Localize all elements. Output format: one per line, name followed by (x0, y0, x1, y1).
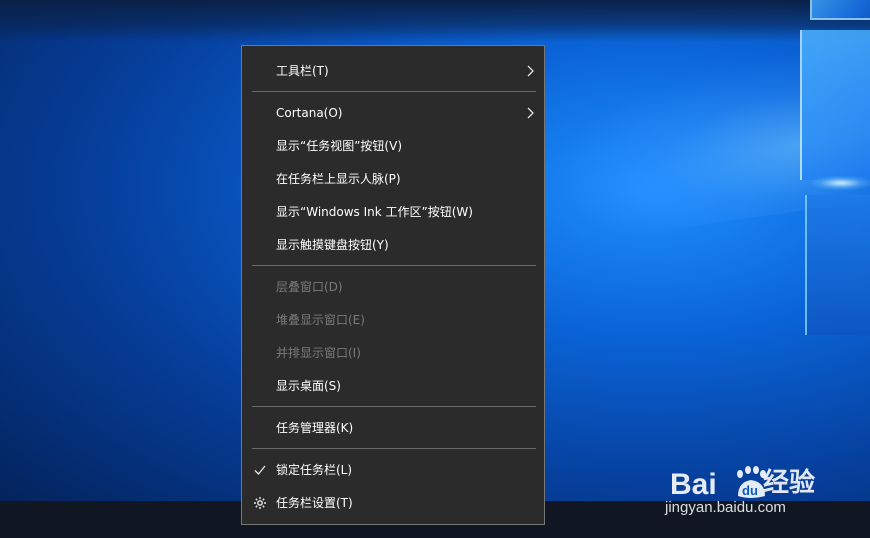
menu-item-cascade-windows: 层叠窗口(D) (242, 272, 544, 302)
menu-item-cortana[interactable]: Cortana(O) (242, 98, 544, 128)
menu-item-toolbars[interactable]: 工具栏(T) (242, 56, 544, 86)
menu-item-label: 在任务栏上显示人脉(P) (276, 172, 401, 186)
desktop-top-shade (0, 0, 870, 42)
wallpaper-glow (812, 176, 870, 190)
checkmark-icon (254, 465, 266, 475)
menu-item-label: 显示触摸键盘按钮(Y) (276, 238, 389, 252)
menu-item-label: 显示“任务视图”按钮(V) (276, 139, 403, 153)
menu-item-label: Cortana(O) (276, 106, 343, 120)
menu-separator (252, 265, 536, 266)
menu-item-label: 锁定任务栏(L) (276, 463, 353, 477)
menu-item-show-touch-keyboard[interactable]: 显示触摸键盘按钮(Y) (242, 230, 544, 260)
menu-item-taskbar-settings[interactable]: 任务栏设置(T) (242, 488, 544, 518)
menu-item-stack-windows: 堆叠显示窗口(E) (242, 305, 544, 335)
baidu-jingyan-watermark: Bai du 经验 jingyan.baidu.com (663, 444, 863, 524)
menu-item-label: 任务栏设置(T) (276, 496, 353, 510)
chevron-right-icon (527, 107, 534, 119)
wallpaper-window-pane (810, 0, 870, 20)
menu-separator (252, 406, 536, 407)
svg-text:Bai: Bai (670, 468, 717, 501)
menu-item-label: 工具栏(T) (276, 64, 329, 78)
menu-item-show-desktop[interactable]: 显示桌面(S) (242, 371, 544, 401)
menu-item-side-by-side: 并排显示窗口(I) (242, 338, 544, 368)
menu-item-show-windows-ink[interactable]: 显示“Windows Ink 工作区”按钮(W) (242, 197, 544, 227)
menu-item-label: 显示“Windows Ink 工作区”按钮(W) (276, 205, 473, 219)
wallpaper-window-pane (805, 195, 870, 335)
menu-item-lock-taskbar[interactable]: 锁定任务栏(L) (242, 455, 544, 485)
menu-item-label: 并排显示窗口(I) (276, 346, 361, 360)
menu-item-label: 显示桌面(S) (276, 379, 341, 393)
menu-item-label: 任务管理器(K) (276, 421, 354, 435)
menu-item-label: 堆叠显示窗口(E) (276, 313, 365, 327)
gear-icon (254, 497, 266, 509)
watermark-url: jingyan.baidu.com (665, 499, 786, 516)
taskbar-context-menu: 工具栏(T) Cortana(O) 显示“任务视图”按钮(V) 在任务栏上显示人… (241, 45, 545, 525)
menu-item-task-manager[interactable]: 任务管理器(K) (242, 413, 544, 443)
menu-separator (252, 448, 536, 449)
wallpaper-window-pane (800, 30, 870, 180)
menu-item-label: 层叠窗口(D) (276, 280, 343, 294)
svg-text:du: du (742, 483, 758, 498)
watermark-brand: 经验 (763, 468, 816, 498)
menu-item-show-task-view[interactable]: 显示“任务视图”按钮(V) (242, 131, 544, 161)
chevron-right-icon (527, 65, 534, 77)
menu-item-show-people[interactable]: 在任务栏上显示人脉(P) (242, 164, 544, 194)
menu-separator (252, 91, 536, 92)
